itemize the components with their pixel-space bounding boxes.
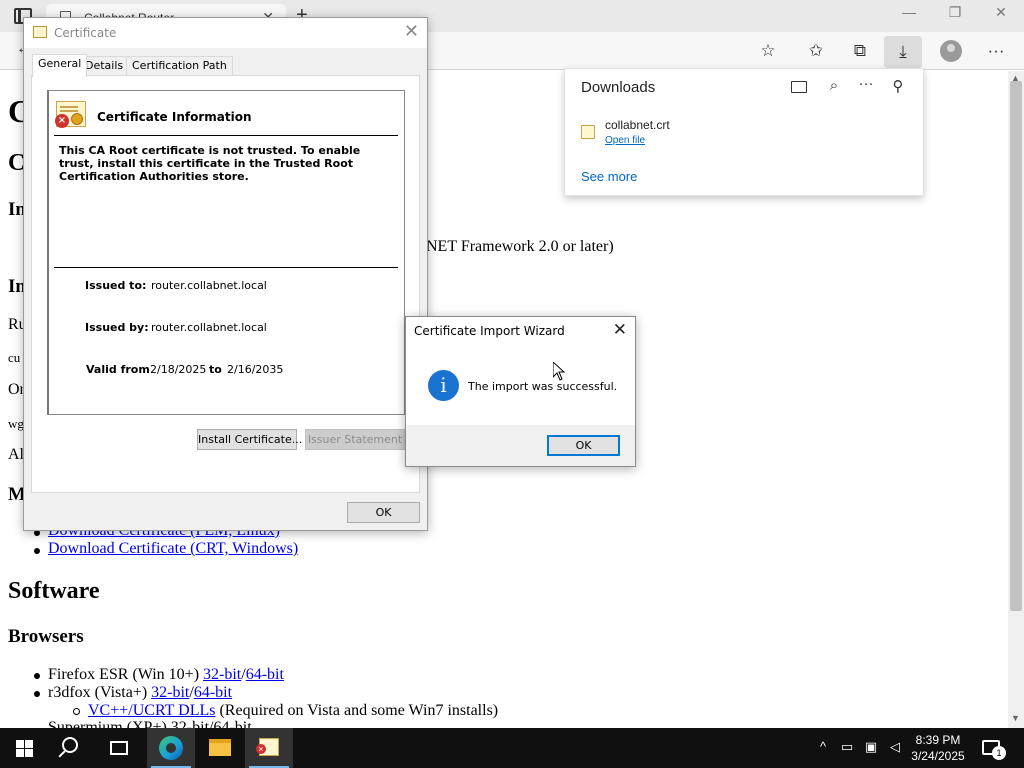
list-bullet [34, 691, 40, 697]
download-crt-link[interactable]: Download Certificate (CRT, Windows) [48, 540, 298, 558]
open-folder-icon[interactable] [791, 81, 807, 93]
close-icon[interactable]: ✕ [613, 320, 627, 340]
taskbar-edge[interactable] [147, 728, 195, 768]
windows-start-icon[interactable] [16, 740, 33, 757]
vcredist-link[interactable]: VC++/UCRT DLLs [88, 702, 215, 719]
list-item: Firefox ESR (Win 10+) 32-bit/64-bit [48, 666, 284, 684]
browsers-heading: Browsers [8, 626, 84, 647]
install-certificate-button[interactable]: Install Certificate... [197, 429, 302, 450]
see-more-link[interactable]: See more [581, 169, 637, 184]
meet-now-icon[interactable]: ▭ [837, 739, 857, 755]
taskbar-certificate[interactable] [245, 728, 293, 768]
dialog-title: Certificate Import Wizard [414, 324, 565, 338]
text-fragment: Al [8, 446, 24, 463]
favorites-icon[interactable]: ✩ [803, 39, 829, 63]
add-favorite-icon[interactable]: ☆ [755, 39, 781, 63]
divider [54, 267, 398, 268]
tab-certification-path[interactable]: Certification Path [126, 56, 233, 76]
downloads-panel: Downloads ⌕ ··· ⚲ collabnet.crt Open fil… [564, 68, 924, 196]
minimize-button[interactable]: — [889, 4, 929, 20]
untrusted-warning-text: This CA Root certificate is not trusted.… [59, 144, 361, 183]
vcredist-label: (Required on Vista and some Win7 install… [215, 702, 499, 719]
file-explorer-icon [209, 739, 231, 756]
close-icon[interactable]: ✕ [404, 21, 419, 42]
firefox-32bit-link[interactable]: 32-bit [203, 666, 241, 683]
valid-to-value: 2/16/2035 [227, 363, 284, 376]
r3dfox-label: r3dfox (Vista+) [48, 684, 152, 701]
scrollbar-thumb[interactable] [1010, 81, 1022, 611]
downloads-icon[interactable]: ⤓ [884, 36, 922, 68]
open-file-link[interactable]: Open file [605, 135, 645, 146]
certificate-info-box: × Certificate Information This CA Root c… [47, 90, 405, 415]
notification-count-badge: 1 [992, 746, 1006, 760]
import-success-message: The import was successful. [468, 380, 618, 393]
list-bullet [73, 708, 80, 715]
certificate-info-heading: Certificate Information [97, 110, 252, 124]
page-scrollbar[interactable]: ▲ ▼ [1008, 71, 1024, 728]
issued-to-value: router.collabnet.local [151, 279, 267, 292]
import-wizard-dialog: Certificate Import Wizard ✕ i The import… [405, 316, 636, 467]
clock-time[interactable]: 8:39 PM [900, 733, 976, 747]
more-icon[interactable]: ··· [983, 39, 1009, 63]
list-item: VC++/UCRT DLLs (Required on Vista and so… [88, 702, 498, 720]
firefox-64bit-link[interactable]: 64-bit [246, 666, 284, 683]
certificate-icon [256, 738, 279, 756]
ok-button[interactable]: OK [347, 502, 420, 523]
dialog-footer: OK [406, 425, 635, 466]
scroll-down-icon[interactable]: ▼ [1011, 713, 1020, 723]
issued-by-label: Issued by: [85, 321, 149, 334]
divider [54, 135, 398, 136]
r3dfox-32bit-link[interactable]: 32-bit [151, 684, 189, 701]
valid-from-label: Valid from [86, 363, 150, 376]
restore-button[interactable]: ❐ [935, 4, 975, 21]
edge-browser-icon [159, 736, 183, 760]
firefox-label: Firefox ESR (Win 10+) [48, 666, 204, 683]
list-bullet [34, 548, 40, 554]
more-options-icon[interactable]: ··· [855, 75, 877, 92]
valid-to-label: to [209, 363, 222, 376]
list-item: r3dfox (Vista+) 32-bit/64-bit [48, 684, 232, 702]
show-hidden-icons-chevron[interactable]: ^ [813, 739, 833, 754]
task-view-icon[interactable] [110, 741, 128, 755]
taskbar-file-explorer[interactable] [196, 728, 244, 768]
dialog-title: Certificate [54, 26, 117, 40]
r3dfox-64bit-link[interactable]: 64-bit [194, 684, 232, 701]
issued-to-label: Issued to: [85, 279, 147, 292]
taskbar: ^ ▭ ▣ ◁ 8:39 PM 3/24/2025 1 [0, 728, 1024, 768]
text-fragment: cu [8, 350, 21, 365]
text-fragment: wg [8, 416, 24, 431]
software-heading: Software [8, 578, 100, 604]
download-file-name[interactable]: collabnet.crt [605, 118, 670, 132]
search-icon[interactable] [62, 737, 78, 753]
profile-icon[interactable] [940, 40, 962, 62]
general-tab-panel: × Certificate Information This CA Root c… [31, 75, 420, 493]
issuer-statement-button[interactable]: Issuer Statement [305, 429, 405, 450]
network-icon[interactable]: ▣ [861, 739, 881, 755]
untrusted-certificate-icon: × [55, 101, 86, 128]
certificate-icon [33, 26, 47, 38]
dialog-titlebar: Certificate ✕ [24, 18, 427, 48]
issued-by-value: router.collabnet.local [151, 321, 267, 334]
pin-icon[interactable]: ⚲ [887, 77, 909, 95]
seal-icon [71, 113, 83, 125]
tab-general[interactable]: General [32, 54, 88, 77]
search-downloads-icon[interactable]: ⌕ [823, 77, 845, 94]
collections-icon[interactable]: ⧉ [847, 39, 873, 63]
ok-button[interactable]: OK [547, 435, 620, 456]
cut-off-list-item: Supermium (XP+) 32-bit/64-bit [48, 720, 252, 728]
close-window-button[interactable]: ✕ [981, 4, 1021, 21]
certificate-file-icon [581, 125, 595, 139]
info-icon: i [428, 370, 459, 401]
dotnet-requirement-text: NET Framework 2.0 or later) [426, 238, 614, 255]
valid-from-value: 2/18/2025 [150, 363, 207, 376]
list-bullet [34, 673, 40, 679]
certificate-dialog: Certificate ✕ General Details Certificat… [23, 17, 428, 531]
downloads-title: Downloads [581, 79, 656, 96]
error-badge-icon: × [55, 114, 69, 128]
clock-date[interactable]: 3/24/2025 [900, 749, 976, 763]
